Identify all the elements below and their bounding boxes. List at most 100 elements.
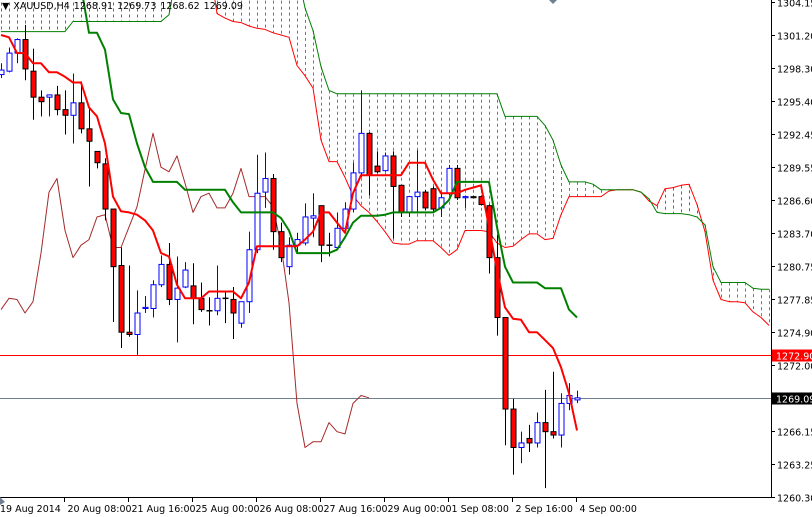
candle	[102, 158, 109, 221]
candle-body	[38, 96, 45, 103]
price-line-labels: 1272.90 1269.09	[772, 349, 812, 406]
close-value: 1269.09	[203, 1, 243, 12]
candle-body	[46, 94, 53, 98]
candle-body	[102, 163, 109, 210]
price-tick-label: 1266.15	[777, 428, 812, 439]
candle-body	[542, 422, 549, 433]
candle-body	[358, 132, 365, 174]
candle	[54, 85, 61, 116]
candle-body	[78, 102, 85, 130]
candle	[526, 424, 533, 452]
price-axis[interactable]: 1304.15 1301.20 1298.30 1295.40 1292.45 1289.…	[771, 0, 812, 505]
candle-body	[54, 94, 61, 111]
candle	[230, 287, 237, 339]
candle-body	[198, 297, 205, 311]
candle-body	[254, 192, 261, 251]
candle	[86, 107, 93, 187]
candle	[94, 150, 101, 169]
candle-body	[310, 215, 317, 219]
candle-body	[270, 178, 277, 233]
candle	[390, 151, 397, 239]
candle-body	[118, 265, 125, 333]
candle-body	[502, 317, 509, 410]
candle	[30, 48, 37, 120]
candle-body	[166, 263, 173, 300]
candle	[110, 208, 117, 323]
candle-body	[262, 178, 269, 193]
candle	[222, 291, 229, 324]
price-tick-label: 1277.85	[777, 296, 812, 307]
candle-body	[0, 69, 5, 76]
candle	[126, 265, 133, 337]
price-tick-label: 1301.20	[777, 32, 812, 43]
candle	[62, 90, 69, 135]
candle-body	[382, 155, 389, 172]
plot-area	[0, 0, 771, 489]
candle-body	[550, 431, 557, 436]
candle	[182, 262, 189, 289]
candle-body	[126, 331, 133, 335]
candle	[150, 280, 157, 318]
price-chart[interactable]: 1304.15 1301.20 1298.30 1295.40 1292.45 1289.…	[0, 0, 812, 517]
price-line-label: 1269.09	[776, 395, 812, 406]
candle	[38, 90, 45, 117]
candle-body	[558, 402, 565, 436]
candle-body	[462, 196, 469, 199]
candle	[6, 47, 13, 73]
candle	[166, 242, 173, 306]
candle-body	[86, 128, 93, 142]
candle-body	[574, 397, 581, 401]
candle	[382, 152, 389, 172]
candle	[542, 389, 549, 489]
candle-body	[510, 408, 517, 448]
candle	[278, 222, 285, 263]
candle-body	[214, 297, 221, 312]
candle-body	[526, 437, 533, 444]
open-value: 1268.91	[73, 1, 114, 12]
candle	[286, 237, 293, 275]
candle	[0, 63, 5, 78]
candle	[334, 212, 341, 250]
candle-body	[142, 306, 149, 309]
candle-body	[182, 269, 189, 288]
time-tick-label: 1 Sep 08:00	[452, 504, 509, 515]
chart-shift-marker-icon[interactable]	[549, 0, 557, 4]
candle	[46, 94, 53, 117]
candle-body	[70, 102, 77, 116]
price-line-label: 1272.90	[776, 352, 812, 363]
price-tick-label: 1274.90	[777, 329, 812, 340]
time-tick-label: 19 Aug 2014	[0, 504, 61, 515]
candle	[142, 296, 149, 314]
time-tick-label: 21 Aug 16:00	[132, 504, 196, 515]
price-tick-label: 1260.30	[777, 494, 812, 505]
horizontal-price-lines	[0, 355, 771, 399]
candle-body	[30, 70, 37, 98]
time-tick-label: 2 Sep 16:00	[516, 504, 573, 515]
price-tick-label: 1286.60	[777, 197, 812, 208]
candle	[118, 247, 125, 349]
candle	[174, 256, 181, 343]
candle	[446, 164, 453, 196]
candle-body	[374, 165, 381, 173]
candle	[550, 371, 557, 439]
price-tick-label: 1292.45	[777, 131, 812, 142]
candle-body	[470, 196, 477, 199]
chikou-span	[0, 132, 370, 448]
time-tick-label: 26 Aug 08:00	[260, 504, 324, 515]
low-value: 1268.62	[160, 1, 200, 12]
candle-body	[366, 132, 373, 176]
candle	[414, 150, 421, 213]
candle-body	[406, 196, 413, 213]
candle-body	[534, 422, 541, 444]
price-tick-label: 1283.70	[777, 230, 812, 241]
time-axis[interactable]: 19 Aug 2014 20 Aug 08:00 21 Aug 16:00 25 Au…	[0, 497, 637, 515]
price-tick-label: 1263.25	[777, 461, 812, 472]
candle	[238, 301, 245, 328]
candle-body	[6, 52, 13, 72]
time-tick-label: 20 Aug 08:00	[68, 504, 132, 515]
time-tick-label: 27 Aug 16:00	[324, 504, 388, 515]
time-tick-label: 25 Aug 00:00	[196, 504, 260, 515]
candle	[254, 154, 261, 254]
dropdown-triangle-icon[interactable]: ▼	[2, 1, 9, 12]
candle	[574, 390, 581, 404]
